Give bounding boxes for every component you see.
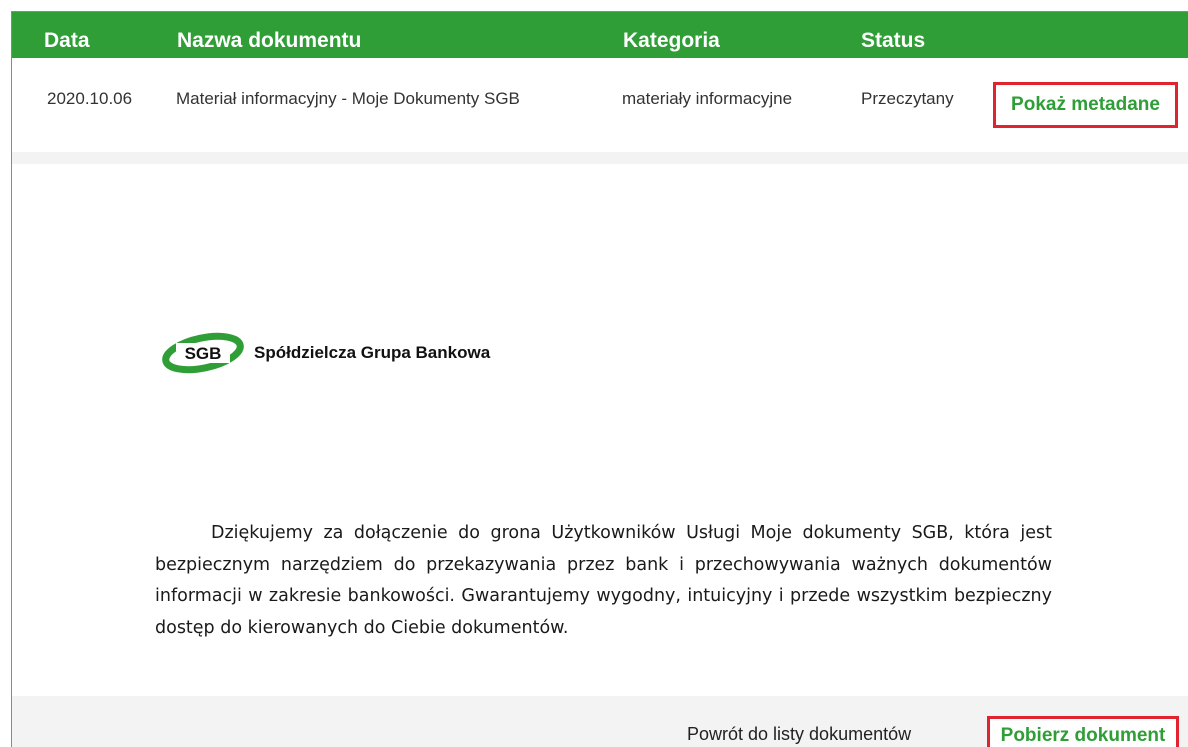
row-category: materiały informacyjne — [622, 89, 793, 108]
column-header-status: Status — [861, 29, 926, 52]
row-date: 2020.10.06 — [47, 89, 133, 108]
column-header-date: Data — [44, 29, 90, 52]
logo-text: Spółdzielcza Grupa Bankowa — [254, 343, 491, 362]
document-preview: SGB Spółdzielcza Grupa Bankowa Dziękujem… — [12, 164, 1188, 696]
footer-bar: Powrót do listy dokumentów Pobierz dokum… — [12, 696, 1188, 747]
table-header: Data Nazwa dokumentu Kategoria Status — [12, 12, 1188, 58]
row-status: Przeczytany — [861, 89, 954, 108]
download-document-button[interactable]: Pobierz dokument — [987, 716, 1179, 747]
row-document-name: Materiał informacyjny - Moje Dokumenty S… — [176, 89, 520, 108]
back-to-list-link[interactable]: Powrót do listy dokumentów — [687, 724, 911, 745]
sgb-logo: SGB Spółdzielcza Grupa Bankowa — [160, 331, 490, 375]
column-header-name: Nazwa dokumentu — [177, 29, 362, 52]
document-body-text: Dziękujemy za dołączenie do grona Użytko… — [155, 523, 1052, 638]
column-header-category: Kategoria — [623, 29, 720, 52]
sgb-logo-icon: SGB — [162, 332, 244, 374]
show-metadata-button[interactable]: Pokaż metadane — [993, 82, 1178, 128]
logo-abbr: SGB — [185, 344, 222, 363]
table-row: 2020.10.06 Materiał informacyjny - Moje … — [12, 58, 1188, 152]
document-viewer: Data Nazwa dokumentu Kategoria Status 20… — [11, 11, 1188, 747]
